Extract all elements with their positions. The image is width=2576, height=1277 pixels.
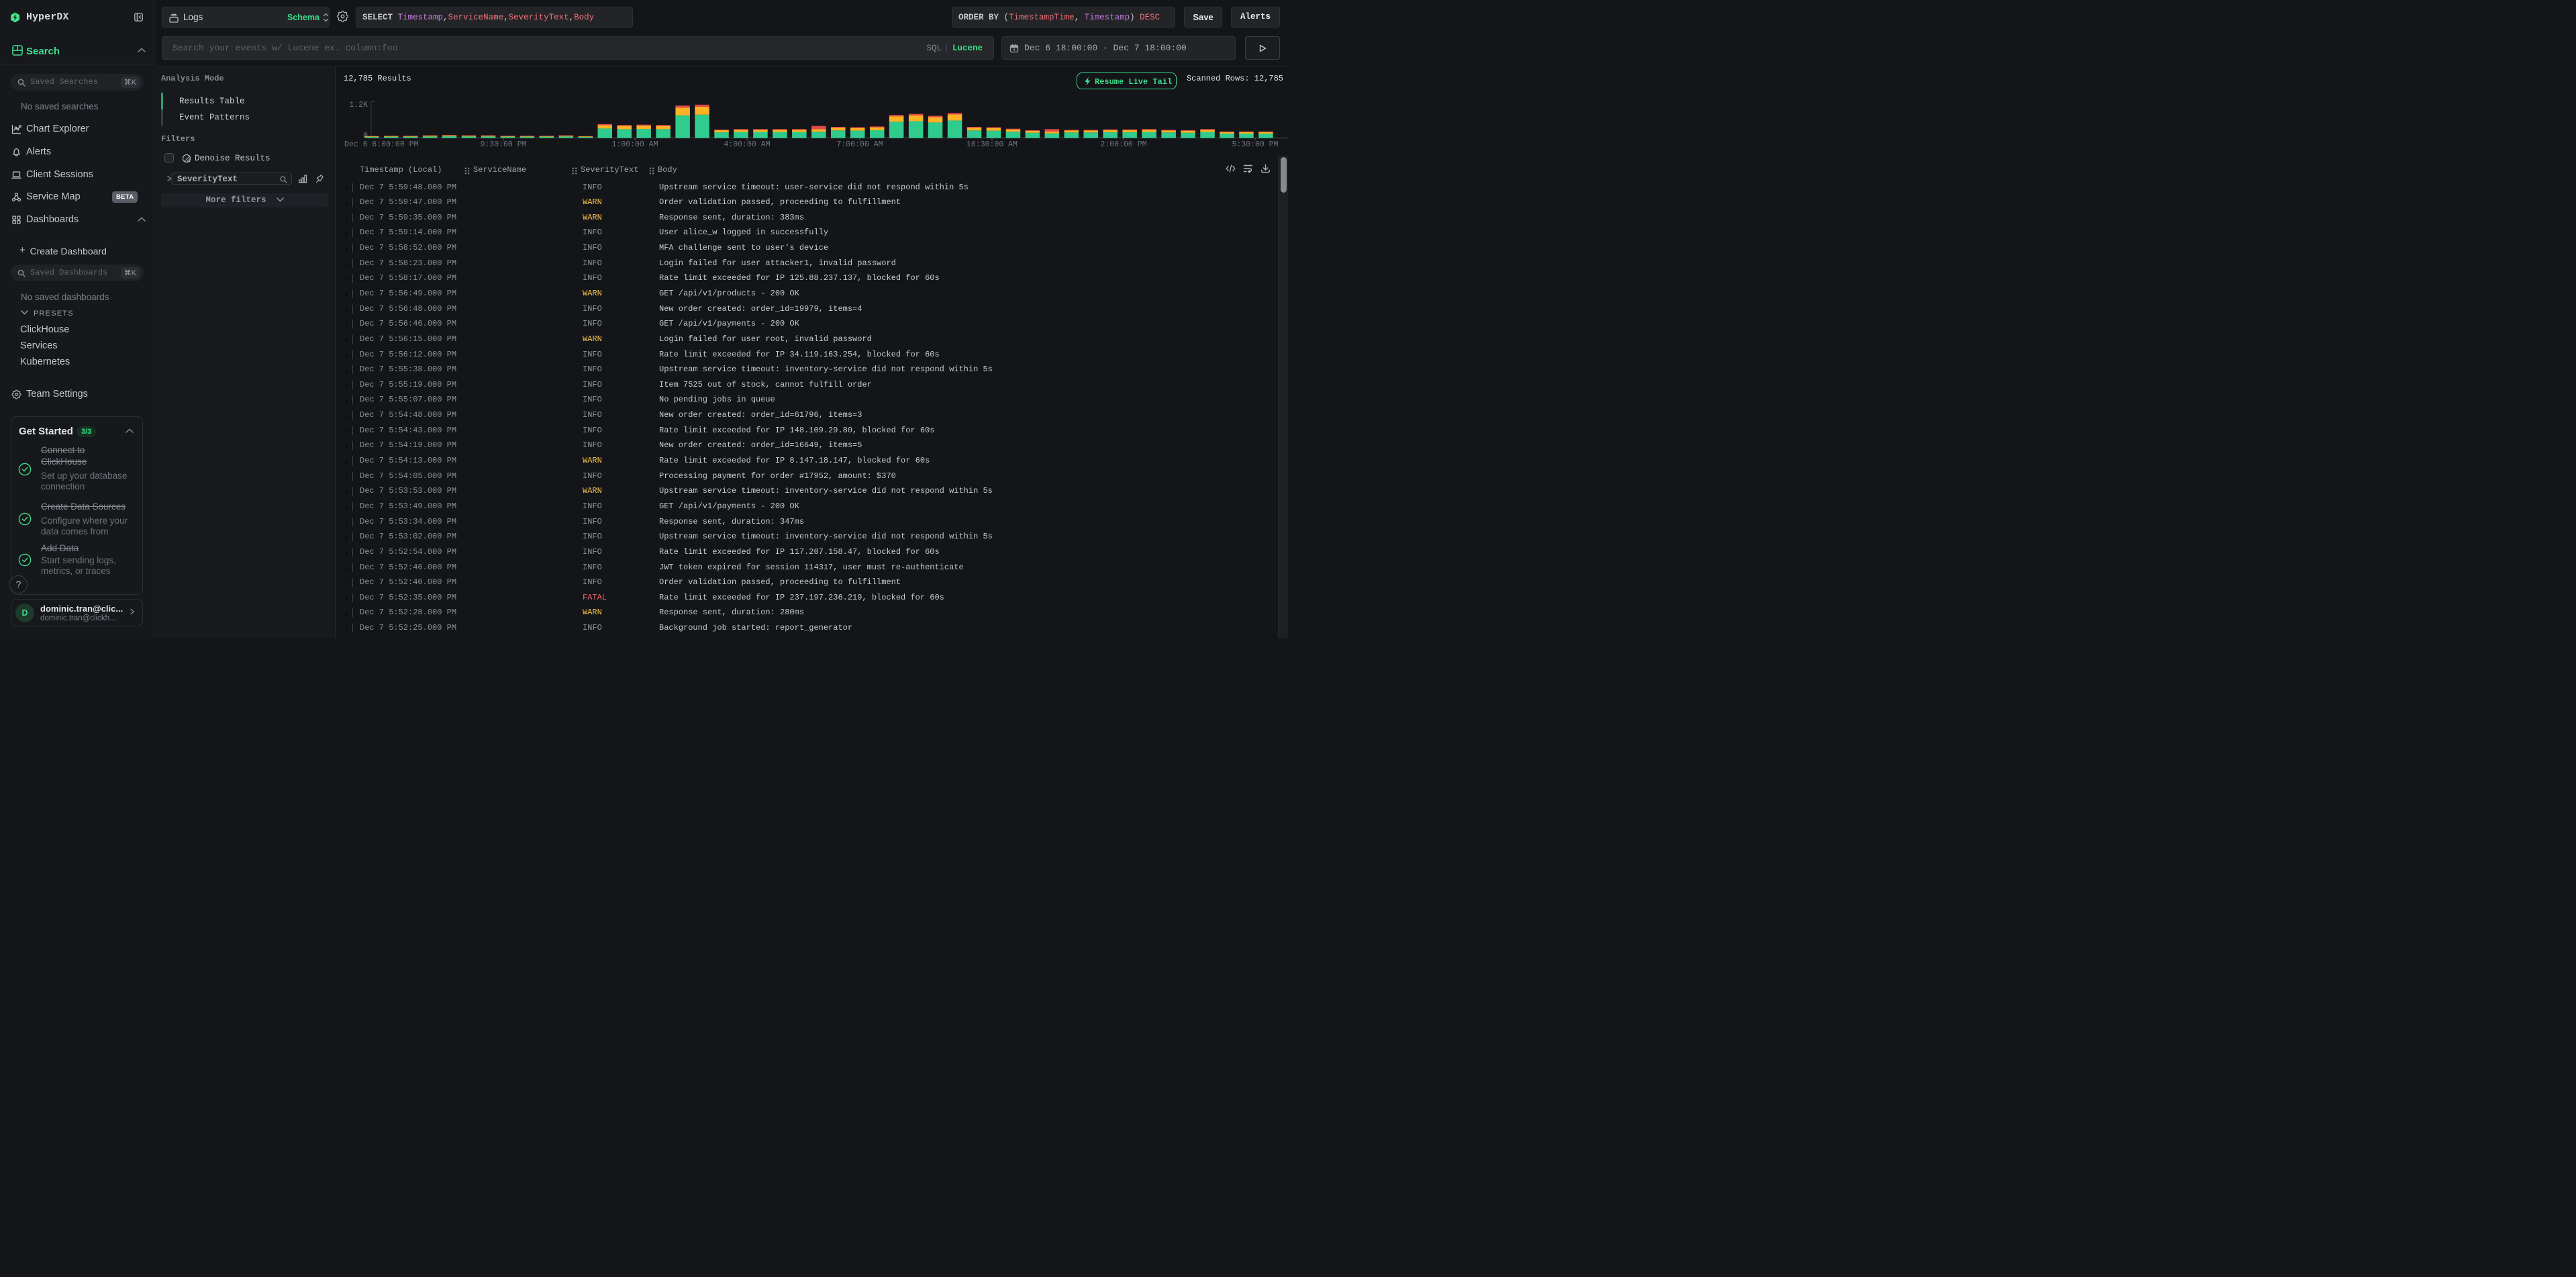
svg-text:1.2K: 1.2K (349, 101, 368, 109)
svg-text:10:30:00 AM: 10:30:00 AM (967, 140, 1018, 149)
svg-text:4:00:00 AM: 4:00:00 AM (724, 140, 770, 149)
svg-text:1:00:00 AM: 1:00:00 AM (611, 140, 658, 149)
svg-text:2:00:00 PM: 2:00:00 PM (1100, 140, 1146, 149)
svg-text:9:30:00 PM: 9:30:00 PM (480, 140, 526, 149)
svg-text:5:30:00 PM: 5:30:00 PM (1232, 140, 1278, 149)
svg-text:Dec 6 6:00:00 PM: Dec 6 6:00:00 PM (344, 140, 419, 149)
svg-text:7:00:00 AM: 7:00:00 AM (836, 140, 883, 149)
